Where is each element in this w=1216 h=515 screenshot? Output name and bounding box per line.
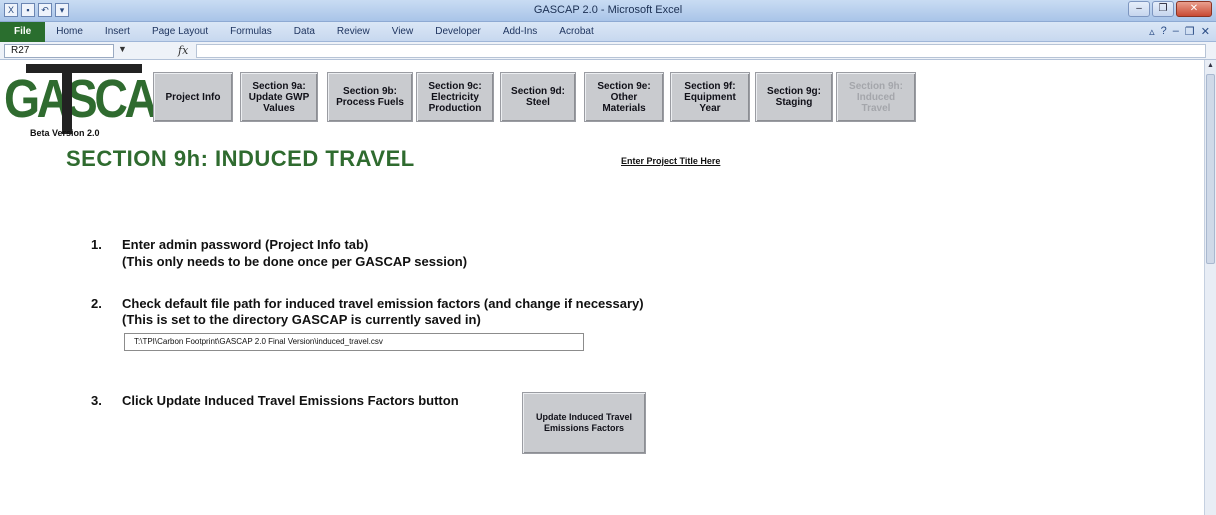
scroll-up-icon[interactable]: ▲ xyxy=(1205,60,1216,72)
section-9e-button[interactable]: Section 9e: Other Materials xyxy=(584,72,664,122)
ribbon-right-controls: ▵ ? – ❐ ✕ xyxy=(1149,25,1210,38)
workbook-close-icon[interactable]: ✕ xyxy=(1201,25,1210,38)
tab-developer[interactable]: Developer xyxy=(424,22,492,42)
step-3-line-1: Click Update Induced Travel Emissions Fa… xyxy=(122,393,459,408)
minimize-button[interactable]: – xyxy=(1128,1,1150,17)
page-title: SECTION 9h: INDUCED TRAVEL xyxy=(66,146,415,171)
section-9d-button[interactable]: Section 9d: Steel xyxy=(500,72,576,122)
update-induced-travel-button[interactable]: Update Induced Travel Emissions Factors xyxy=(522,392,646,454)
step-2-number: 2. xyxy=(91,296,102,311)
step-1-line-2: (This only needs to be done once per GAS… xyxy=(122,254,468,269)
logo-t-bar xyxy=(26,64,142,73)
minimize-ribbon-icon[interactable]: ▵ xyxy=(1149,25,1155,38)
tab-view[interactable]: View xyxy=(381,22,425,42)
close-button[interactable]: ✕ xyxy=(1176,1,1212,17)
tab-formulas[interactable]: Formulas xyxy=(219,22,283,42)
tab-page-layout[interactable]: Page Layout xyxy=(141,22,219,42)
tab-review[interactable]: Review xyxy=(326,22,381,42)
tab-home[interactable]: Home xyxy=(45,22,94,42)
window-title: GASCAP 2.0 - Microsoft Excel xyxy=(533,4,683,16)
section-9g-button[interactable]: Section 9g: Staging xyxy=(755,72,833,122)
section-9f-button[interactable]: Section 9f: Equipment Year xyxy=(670,72,750,122)
ribbon-tabs: File Home Insert Page Layout Formulas Da… xyxy=(0,22,605,42)
step-1-number: 1. xyxy=(91,237,102,252)
tab-file[interactable]: File xyxy=(0,22,46,42)
chevron-down-icon[interactable]: ▼ xyxy=(118,44,127,54)
scrollbar-thumb[interactable] xyxy=(1206,74,1215,264)
step-1-line-1: Enter admin password (Project Info tab) xyxy=(122,237,369,252)
step-3-number: 3. xyxy=(91,393,102,408)
name-box[interactable]: R27 xyxy=(4,44,114,58)
project-info-button[interactable]: Project Info xyxy=(153,72,233,122)
help-icon[interactable]: ? xyxy=(1161,25,1167,38)
beta-version-label: Beta Version 2.0 xyxy=(30,128,100,138)
title-bar: X ▪ ↶ ▾ GASCAP 2.0 - Microsoft Excel – ❐… xyxy=(0,0,1216,22)
section-9h-button[interactable]: Section 9h: Induced Travel xyxy=(836,72,916,122)
restore-button[interactable]: ❐ xyxy=(1152,1,1174,17)
logo-t-stem xyxy=(62,64,72,134)
ribbon: File Home Insert Page Layout Formulas Da… xyxy=(0,22,1216,42)
section-9a-button[interactable]: Section 9a: Update GWP Values xyxy=(240,72,318,122)
formula-bar: R27 ▼ fx xyxy=(0,42,1216,60)
section-9b-button[interactable]: Section 9b: Process Fuels xyxy=(327,72,413,122)
step-2-line-2: (This is set to the directory GASCAP is … xyxy=(122,312,481,327)
tab-insert[interactable]: Insert xyxy=(94,22,141,42)
tab-data[interactable]: Data xyxy=(283,22,326,42)
tab-acrobat[interactable]: Acrobat xyxy=(548,22,604,42)
workbook-restore-icon[interactable]: ❐ xyxy=(1185,25,1195,38)
formula-input[interactable] xyxy=(196,44,1206,58)
workbook-minimize-icon[interactable]: – xyxy=(1173,25,1179,38)
tab-add-ins[interactable]: Add-Ins xyxy=(492,22,548,42)
window-controls: – ❐ ✕ xyxy=(1128,1,1212,17)
project-title-link[interactable]: Enter Project Title Here xyxy=(621,156,720,166)
insert-function-icon[interactable]: fx xyxy=(178,44,188,57)
file-path-field[interactable]: T:\TPI\Carbon Footprint\GASCAP 2.0 Final… xyxy=(124,333,584,351)
step-2-line-1: Check default file path for induced trav… xyxy=(122,296,644,311)
vertical-scrollbar[interactable]: ▲ xyxy=(1204,60,1216,515)
section-9c-button[interactable]: Section 9c: Electricity Production xyxy=(416,72,494,122)
